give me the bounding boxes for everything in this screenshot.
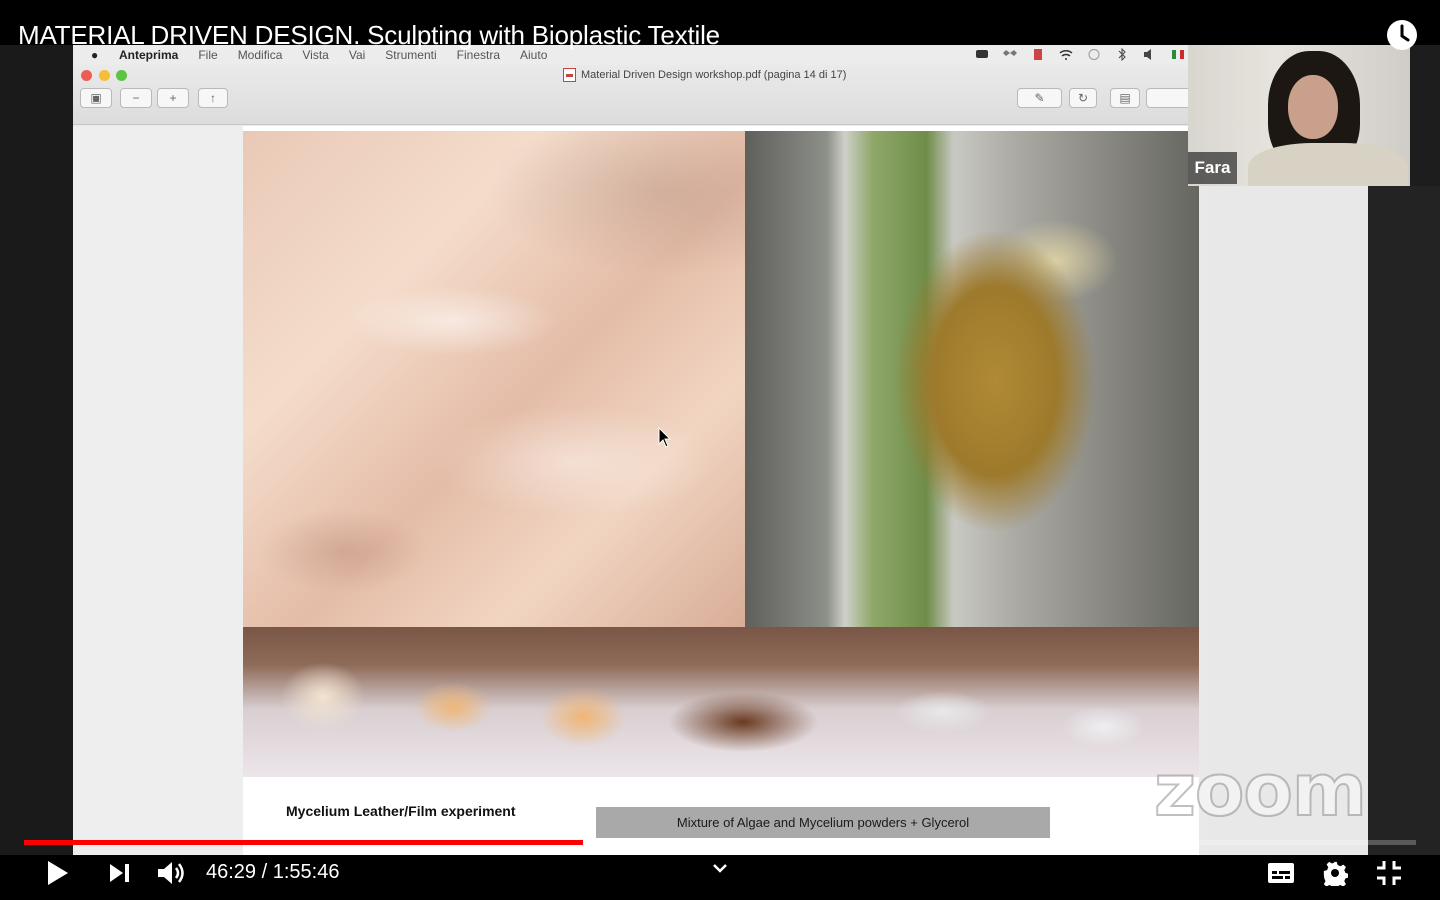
chevron-down-icon[interactable] xyxy=(710,862,730,876)
wifi-icon xyxy=(1059,49,1073,60)
shared-screen: ● Anteprima File Modifica Vista Vai Stru… xyxy=(73,45,1368,855)
chat-icon xyxy=(976,50,988,58)
time-display: 46:29 / 1:55:46 xyxy=(206,861,339,884)
markup-pen-icon: ✎ xyxy=(1017,88,1062,108)
zoom-participant-video: Fara xyxy=(1188,45,1410,186)
dropbox-icon xyxy=(1003,50,1017,56)
preview-titlebar: Material Driven Design workshop.pdf (pag… xyxy=(73,65,1368,125)
zoom-window-button xyxy=(116,70,127,81)
zoom-out-icon: − xyxy=(120,88,152,108)
slide-caption-title: Mycelium Leather/Film experiment xyxy=(286,803,516,819)
zoom-in-icon: + xyxy=(157,88,189,108)
current-time: 46:29 xyxy=(206,861,257,883)
video-title[interactable]: MATERIAL DRIVEN DESIGN. Sculpting with B… xyxy=(18,20,720,51)
time-separator: / xyxy=(261,861,268,883)
gear-icon[interactable] xyxy=(1322,860,1348,886)
time-machine-icon xyxy=(1088,49,1100,60)
clock-icon[interactable] xyxy=(1386,19,1418,51)
mycelium-samples-photo xyxy=(243,627,1199,777)
sidebar-toggle-icon: ▣ xyxy=(80,88,112,108)
duration: 1:55:46 xyxy=(272,861,340,883)
subtitles-icon[interactable] xyxy=(1267,862,1295,884)
zoom-watermark: zoom xyxy=(1153,747,1368,833)
next-icon[interactable] xyxy=(109,863,131,883)
rotate-icon: ↻ xyxy=(1069,88,1097,108)
document-title: Material Driven Design workshop.pdf (pag… xyxy=(563,68,846,82)
bioplastic-sculpture-photo xyxy=(745,131,1199,627)
play-icon[interactable] xyxy=(46,860,70,886)
battery-status-icon xyxy=(1034,49,1042,60)
volume-icon[interactable] xyxy=(157,860,189,886)
pdf-slide: Mycelium Leather/Film experiment Mixture… xyxy=(243,126,1199,855)
preview-left-margin xyxy=(73,126,243,855)
close-window-button xyxy=(81,70,92,81)
pdf-file-icon xyxy=(563,68,576,82)
exit-fullscreen-icon[interactable] xyxy=(1376,860,1402,886)
letterbox-left xyxy=(0,45,73,855)
share-icon: ↑ xyxy=(198,88,228,108)
document-title-text: Material Driven Design workshop.pdf (pag… xyxy=(581,69,847,81)
menubar-status-icons xyxy=(975,48,1185,61)
bluetooth-icon xyxy=(1118,48,1126,61)
mouse-cursor-icon xyxy=(658,427,672,448)
participant-face xyxy=(1288,75,1338,139)
participant-name-tag: Fara xyxy=(1188,152,1237,184)
slide-caption-box: Mixture of Algae and Mycelium powders + … xyxy=(596,807,1050,838)
bioplastic-fabric-photo xyxy=(243,131,745,627)
participant-body xyxy=(1248,143,1408,186)
preview-right-margin xyxy=(1208,126,1368,855)
speaker-icon xyxy=(1144,49,1151,60)
progress-bar[interactable] xyxy=(24,840,1416,845)
flag-icon xyxy=(1172,50,1184,59)
video-player[interactable]: ● Anteprima File Modifica Vista Vai Stru… xyxy=(0,0,1440,900)
progress-played xyxy=(24,840,584,845)
minimize-window-button xyxy=(99,70,110,81)
toolbox-icon: ▤ xyxy=(1110,88,1140,108)
letterbox-right xyxy=(1368,186,1440,856)
